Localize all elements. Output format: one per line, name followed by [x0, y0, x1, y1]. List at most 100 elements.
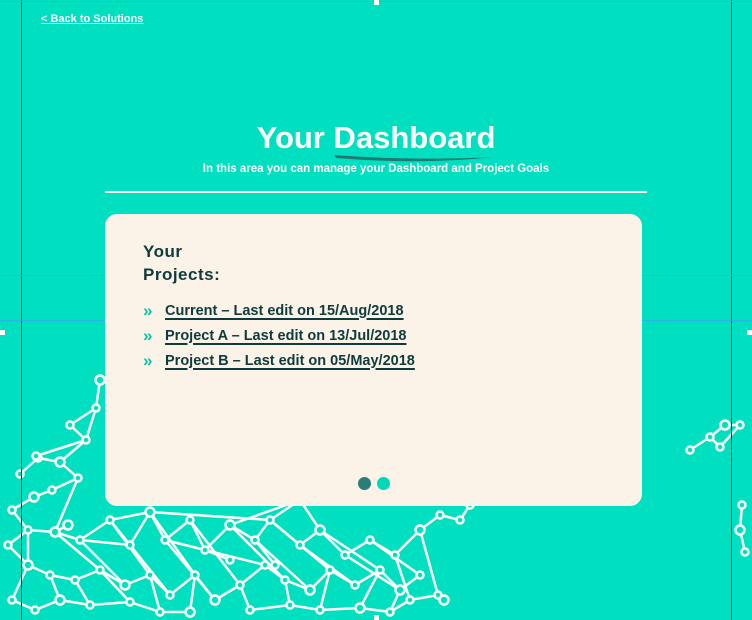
network-node	[455, 515, 465, 525]
network-node	[315, 605, 325, 615]
double-chevron-right-icon: »	[143, 325, 153, 345]
network-node	[23, 525, 33, 535]
network-node	[209, 594, 221, 606]
network-node	[200, 545, 210, 555]
network-node	[94, 374, 106, 386]
projects-card: Your Projects: » Current – Last edit on …	[105, 214, 642, 506]
network-node	[734, 524, 746, 536]
network-node	[125, 540, 135, 550]
network-node	[190, 570, 200, 580]
network-node	[415, 570, 425, 580]
network-edge	[79, 539, 126, 586]
network-node	[394, 584, 406, 596]
network-node	[95, 565, 105, 575]
network-node	[73, 473, 83, 483]
network-node	[705, 432, 715, 442]
project-link-b[interactable]: Project B – Last edit on 05/May/2018	[165, 353, 415, 369]
page-subtitle: In this area you can manage your Dashboa…	[202, 163, 550, 175]
page-title: Your Dashboard	[0, 116, 752, 162]
double-chevron-right-icon: »	[143, 350, 153, 370]
network-node	[30, 605, 40, 615]
network-node	[144, 506, 156, 518]
network-node	[350, 580, 360, 590]
network-node	[54, 456, 66, 468]
network-node	[185, 515, 195, 525]
back-to-solutions-link[interactable]: < Back to Solutions	[41, 13, 143, 25]
network-node	[325, 565, 335, 575]
network-node	[270, 560, 280, 570]
guide-handle[interactable]	[747, 330, 752, 335]
network-edge	[169, 574, 196, 596]
guide-line-vertical	[731, 0, 732, 620]
network-node	[145, 570, 155, 580]
network-node	[250, 535, 260, 545]
underline-swoosh-icon	[333, 155, 494, 162]
pagination-dots	[358, 477, 390, 490]
network-node	[719, 419, 731, 431]
network-node	[414, 524, 426, 536]
guide-handle[interactable]	[374, 0, 379, 5]
network-node	[438, 594, 450, 606]
network-node	[405, 595, 415, 605]
network-node	[105, 515, 115, 525]
network-node	[304, 584, 316, 596]
network-node	[91, 403, 101, 413]
network-edge	[128, 511, 152, 546]
network-node	[740, 547, 750, 557]
network-node	[15, 469, 25, 479]
project-list: » Current – Last edit on 15/Aug/2018 » P…	[143, 298, 415, 373]
network-node	[119, 579, 131, 591]
pagination-dot-2[interactable]	[377, 477, 390, 490]
network-node	[435, 510, 445, 520]
network-node	[685, 445, 695, 455]
project-link-current[interactable]: Current – Last edit on 15/Aug/2018	[165, 303, 404, 319]
double-chevron-right-icon: »	[143, 300, 153, 320]
network-node	[54, 594, 66, 606]
network-node	[75, 535, 85, 545]
network-node	[62, 519, 74, 531]
guide-handle[interactable]	[374, 615, 379, 620]
network-node	[375, 565, 385, 575]
network-edge	[35, 438, 87, 458]
network-node	[365, 535, 375, 545]
network-node	[47, 485, 57, 495]
network-edge	[129, 544, 171, 596]
network-edge	[109, 510, 151, 522]
network-edge	[249, 603, 291, 612]
network-edge	[319, 606, 361, 612]
network-node	[260, 560, 270, 570]
network-node	[280, 575, 290, 585]
network-node	[49, 526, 61, 538]
network-node	[715, 442, 725, 452]
network-edge	[79, 538, 131, 547]
network-edge	[418, 529, 440, 596]
network-edge	[239, 564, 266, 586]
network-node	[125, 597, 135, 607]
network-edge	[89, 600, 131, 607]
pagination-dot-1[interactable]	[358, 477, 371, 490]
network-node	[314, 524, 326, 536]
network-node	[735, 420, 745, 430]
project-item[interactable]: » Current – Last edit on 15/Aug/2018	[143, 298, 415, 323]
network-node	[385, 607, 395, 617]
guide-line-vertical	[21, 0, 22, 620]
page-title-prefix: Your	[256, 120, 325, 155]
network-node	[165, 590, 175, 600]
network-node	[7, 595, 17, 605]
network-node	[295, 540, 305, 550]
network-node	[65, 420, 75, 430]
network-node	[390, 550, 400, 560]
network-node	[225, 555, 235, 565]
network-node	[3, 540, 13, 550]
network-node	[70, 575, 80, 585]
network-edge	[79, 518, 111, 542]
project-item[interactable]: » Project B – Last edit on 05/May/2018	[143, 348, 415, 373]
network-node	[31, 451, 41, 461]
project-item[interactable]: » Project A – Last edit on 13/Jul/2018	[143, 323, 415, 348]
network-node	[285, 600, 295, 610]
guide-handle[interactable]	[0, 330, 5, 335]
network-node	[22, 559, 34, 571]
network-node	[28, 491, 40, 503]
network-node	[160, 535, 170, 545]
project-link-a[interactable]: Project A – Last edit on 13/Jul/2018	[165, 328, 407, 344]
